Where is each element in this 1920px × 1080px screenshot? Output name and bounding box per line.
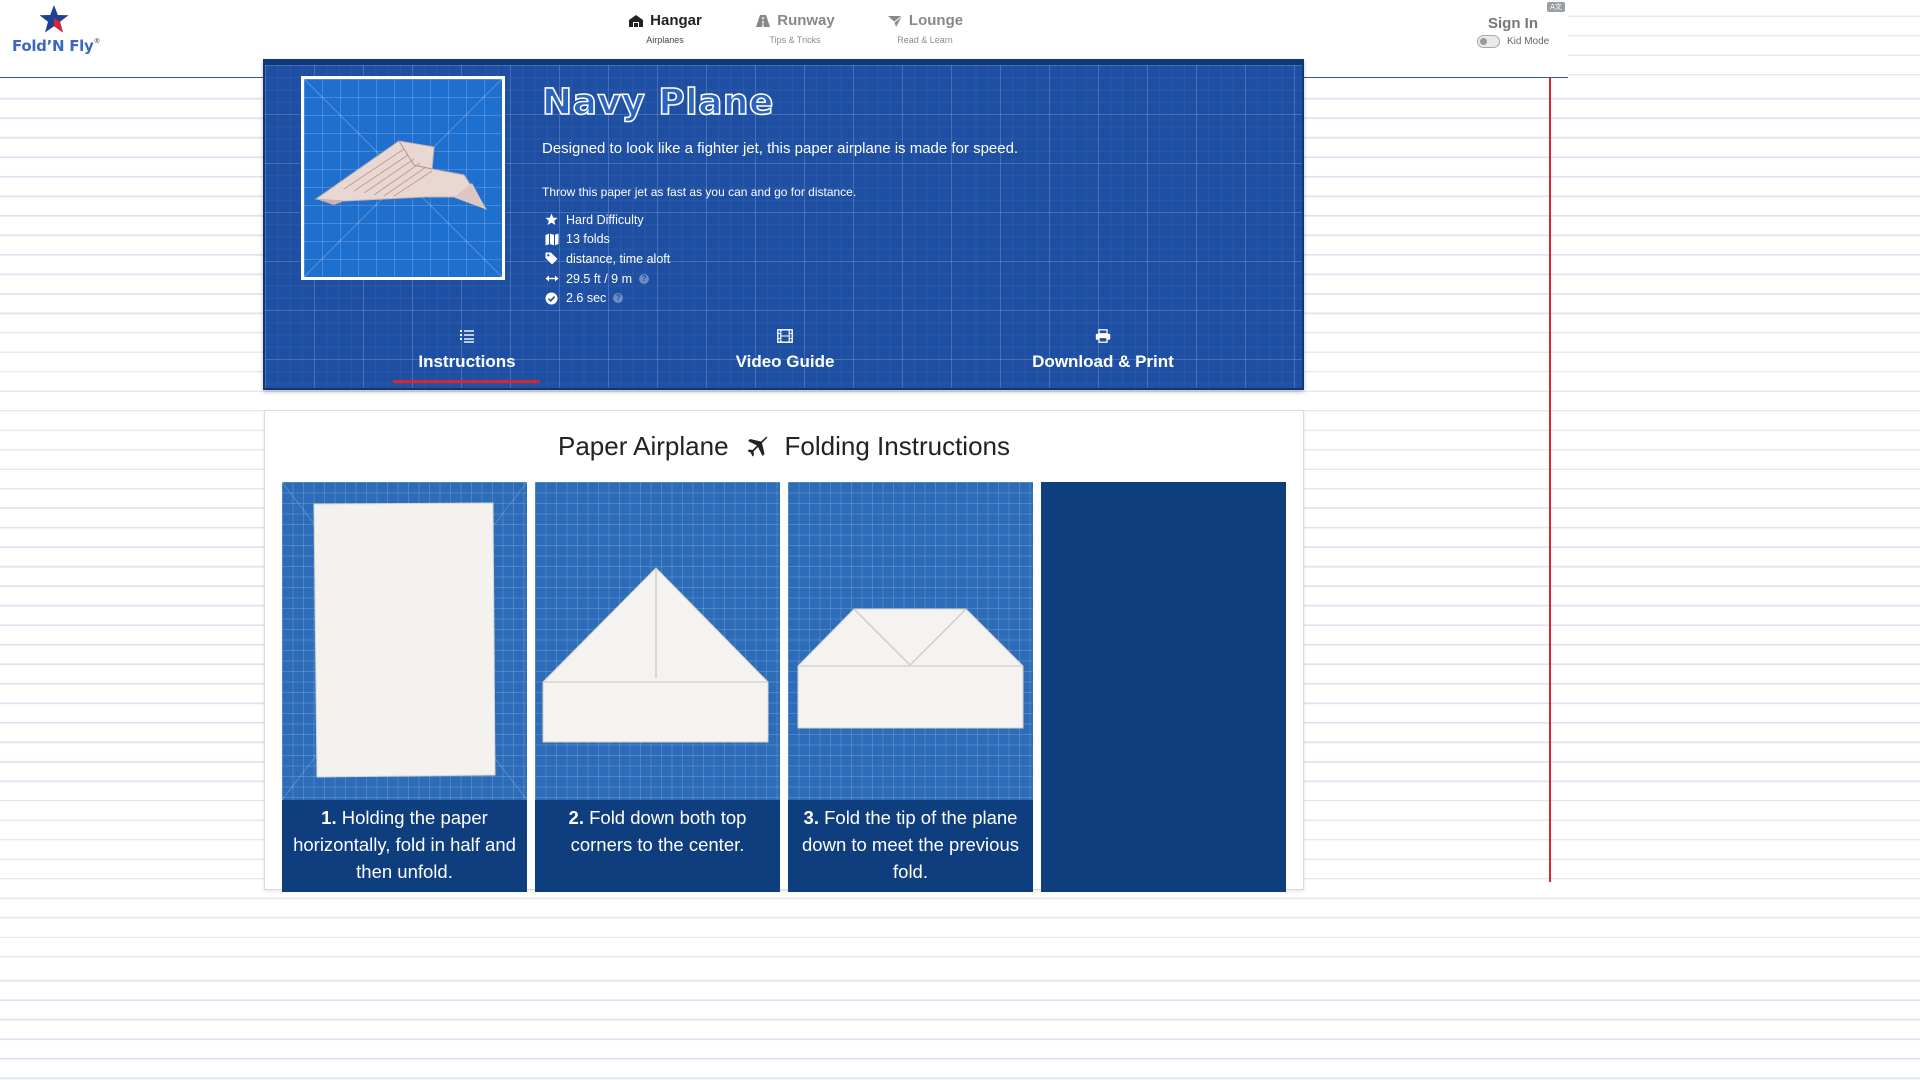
instructions-title-left: Paper Airplane [557,431,729,461]
airplane-icon [747,436,767,456]
active-tab-indicator [393,380,540,383]
tab-video-guide-label: Video Guide [735,352,835,371]
logo-star-icon [39,5,69,33]
step-4-text [1041,800,1286,804]
plane-tip: Throw this paper jet as fast as you can … [542,185,857,199]
logo-text: Fold’N Fly® [12,37,101,55]
fact-distance: 29.5 ft / 9 m ? [544,269,670,289]
step-3-paper-image [797,608,1024,729]
tab-instructions[interactable]: Instructions [415,329,519,372]
nav-hangar-sub: Airplanes [646,35,684,45]
step-1-paper-image [282,482,527,800]
nav-hangar[interactable]: Hangar Airplanes [600,12,730,45]
fact-time: 2.6 sec ? [544,288,670,308]
runway-icon [756,14,771,27]
tab-download-print-label: Download & Print [1032,352,1174,371]
distance-arrows-icon [545,275,558,282]
tab-instructions-label: Instructions [418,352,516,371]
step-card-2: 2. Fold down both top corners to the cen… [535,482,780,892]
kid-mode-toggle[interactable] [1477,35,1500,48]
instructions-card: Paper Airplane Folding Instructions 1. H… [264,410,1304,892]
step-1-photo [282,482,527,800]
plane-hero: Navy Plane Designed to look like a fight… [263,59,1304,390]
tab-video-guide[interactable]: Video Guide [733,329,837,372]
map-icon [545,233,558,246]
time-help-icon[interactable]: ? [613,293,624,304]
fact-time-text: 2.6 sec [566,291,607,306]
main-nav: Hangar Airplanes Runway Tips & Tricks Lo… [600,12,990,45]
nav-lounge-label: Lounge [908,12,964,29]
nav-hangar-label: Hangar [650,12,702,29]
fact-folds-text: 13 folds [566,232,610,247]
tab-download-print[interactable]: Download & Print [1029,329,1177,372]
tag-icon [545,252,558,265]
step-card-3: 3. Fold the tip of the plane down to mee… [788,482,1033,892]
step-2-text: 2. Fold down both top corners to the cen… [568,807,747,855]
step-card-4 [1041,482,1286,892]
navy-plane-image [304,79,502,277]
fact-tags: distance, time aloft [544,249,670,269]
step-3-photo [788,482,1033,800]
step-3-text: 3. Fold the tip of the plane down to mee… [802,807,1019,882]
nav-runway[interactable]: Runway Tips & Tricks [730,12,860,45]
step-4-placeholder [1041,482,1286,800]
step-2-photo [535,482,780,800]
kid-mode-label: Kid Mode [1507,36,1550,47]
language-icon[interactable]: A文 [1547,2,1565,12]
fact-folds: 13 folds [544,230,670,250]
fact-difficulty: Hard Difficulty [544,210,670,230]
check-circle-icon [545,292,558,305]
instructions-title: Paper Airplane Folding Instructions [265,431,1303,462]
kid-mode-control: Kid Mode [1477,35,1549,48]
step-card-1: 1. Holding the paper horizontally, fold … [282,482,527,892]
nav-runway-sub: Tips & Tricks [769,35,821,45]
distance-help-icon[interactable]: ? [639,273,650,284]
fact-difficulty-text: Hard Difficulty [566,212,644,227]
step-2-paper-image [542,567,769,743]
plane-photo [301,76,505,280]
notebook-margin-line [1549,78,1551,882]
plane-description: Designed to look like a fighter jet, thi… [542,140,1019,157]
nav-runway-label: Runway [777,12,835,29]
instructions-title-right: Folding Instructions [784,431,1010,461]
sign-in-link[interactable]: Sign In [1488,15,1538,32]
nav-lounge-sub: Read & Learn [897,35,953,45]
logo[interactable]: Fold’N Fly® [10,4,110,56]
nav-lounge[interactable]: Lounge Read & Learn [860,12,990,45]
print-icon [1095,329,1111,343]
star-icon [545,213,558,226]
fact-distance-text: 29.5 ft / 9 m [566,271,633,286]
plane-tabs: Instructions Video Guide Download & Prin… [265,329,1302,387]
hangar-icon [629,14,644,27]
film-icon [777,329,793,343]
plane-title: Navy Plane [541,81,774,124]
step-1-text: 1. Holding the paper horizontally, fold … [293,807,516,882]
list-icon [460,330,474,343]
fact-tags-text: distance, time aloft [566,251,671,266]
lounge-icon [887,15,903,27]
plane-facts: Hard Difficulty 13 folds distance, time … [544,210,670,308]
